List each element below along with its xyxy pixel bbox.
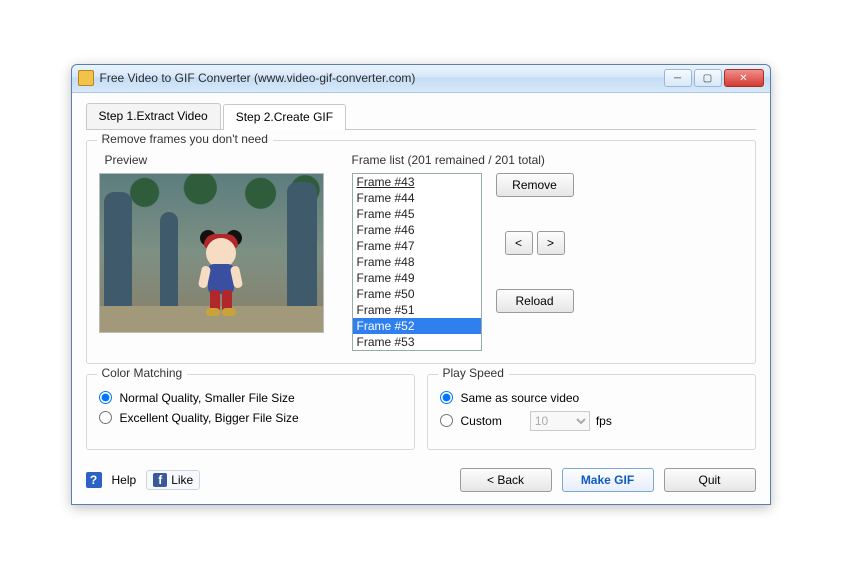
speed-source-radio-input[interactable] [440,391,453,404]
color-matching-group: Color Matching Normal Quality, Smaller F… [86,374,415,450]
speed-custom-radio-input[interactable] [440,414,453,427]
fps-select[interactable]: 10 [530,411,590,431]
frame-list-item[interactable]: Frame #44 [353,190,481,206]
like-button[interactable]: f Like [146,470,200,490]
remove-button[interactable]: Remove [496,173,574,197]
frame-list-item[interactable]: Frame #51 [353,302,481,318]
window-controls: ─ ▢ ✕ [664,69,764,87]
frame-list-label: Frame list (201 remained / 201 total) [352,153,743,167]
color-excellent-radio-input[interactable] [99,411,112,424]
color-excellent-label: Excellent Quality, Bigger File Size [120,411,299,425]
tab-step1[interactable]: Step 1.Extract Video [86,103,221,129]
frame-list-item[interactable]: Frame #43 [353,174,481,190]
make-gif-button[interactable]: Make GIF [562,468,654,492]
color-normal-radio[interactable]: Normal Quality, Smaller File Size [99,391,402,405]
tab-step2[interactable]: Step 2.Create GIF [223,104,346,130]
window-title: Free Video to GIF Converter (www.video-g… [100,71,664,85]
app-window: Free Video to GIF Converter (www.video-g… [71,64,771,505]
speed-custom-radio[interactable]: Custom [440,414,502,428]
frame-listbox[interactable]: Frame #43Frame #44Frame #45Frame #46Fram… [352,173,482,351]
preview-image [99,173,324,333]
frame-list-item[interactable]: Frame #50 [353,286,481,302]
frame-list-item[interactable]: Frame #49 [353,270,481,286]
tab-strip: Step 1.Extract Video Step 2.Create GIF [86,103,756,130]
frame-list-item[interactable]: Frame #53 [353,334,481,350]
frame-list-buttons: Remove < > Reload [496,173,574,351]
play-speed-group: Play Speed Same as source video Custom 1… [427,374,756,450]
quit-button[interactable]: Quit [664,468,756,492]
footer-bar: ? Help f Like < Back Make GIF Quit [86,468,756,492]
app-icon [78,70,94,86]
color-matching-legend: Color Matching [97,366,188,380]
frame-list-column: Frame list (201 remained / 201 total) Fr… [352,151,743,351]
facebook-icon: f [153,473,167,487]
client-area: Step 1.Extract Video Step 2.Create GIF R… [72,93,770,504]
speed-source-radio[interactable]: Same as source video [440,391,743,405]
frame-list-item[interactable]: Frame #45 [353,206,481,222]
frame-list-item[interactable]: Frame #54 [353,350,481,351]
play-speed-legend: Play Speed [438,366,509,380]
reload-button[interactable]: Reload [496,289,574,313]
fps-unit-label: fps [596,414,612,428]
titlebar[interactable]: Free Video to GIF Converter (www.video-g… [72,65,770,93]
help-label[interactable]: Help [112,473,137,487]
close-button[interactable]: ✕ [724,69,764,87]
frame-list-item[interactable]: Frame #46 [353,222,481,238]
preview-label: Preview [105,153,334,167]
frame-list-item[interactable]: Frame #48 [353,254,481,270]
speed-source-label: Same as source video [461,391,580,405]
back-button[interactable]: < Back [460,468,552,492]
like-label: Like [171,473,193,487]
color-normal-label: Normal Quality, Smaller File Size [120,391,295,405]
prev-frame-button[interactable]: < [505,231,533,255]
preview-column: Preview [99,151,334,351]
help-icon[interactable]: ? [86,472,102,488]
speed-custom-label: Custom [461,414,502,428]
frame-list-item[interactable]: Frame #52 [353,318,481,334]
frame-list-item[interactable]: Frame #47 [353,238,481,254]
next-frame-button[interactable]: > [537,231,565,255]
remove-frames-group: Remove frames you don't need Preview Fra… [86,140,756,364]
remove-frames-legend: Remove frames you don't need [97,132,273,146]
minimize-button[interactable]: ─ [664,69,692,87]
color-normal-radio-input[interactable] [99,391,112,404]
color-excellent-radio[interactable]: Excellent Quality, Bigger File Size [99,411,402,425]
maximize-button[interactable]: ▢ [694,69,722,87]
